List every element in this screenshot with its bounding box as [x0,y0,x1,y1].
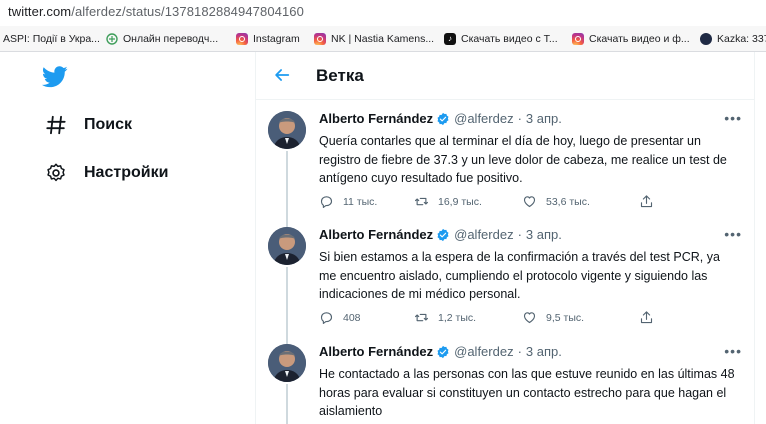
tweet-actions: 11 тыс. 16,9 тыс. 53,6 тыс. [319,194,663,209]
like-count: 9,5 тыс. [546,311,585,324]
tweet-author-row: Alberto Fernández @alferdez · 3 апр. [319,111,562,126]
retweet-count: 16,9 тыс. [438,195,482,208]
instagram-icon [572,32,584,45]
separator-dot: · [517,227,522,242]
reply-icon [320,312,333,324]
thread-connector [286,151,288,216]
verified-badge-icon [437,345,449,358]
author-name[interactable]: Alberto Fernández [319,344,433,359]
like-button[interactable]: 9,5 тыс. [522,310,639,325]
bookmark-nk[interactable]: NK | Nastia Kamens... [314,26,434,51]
author-name[interactable]: Alberto Fernández [319,227,433,242]
like-button[interactable]: 53,6 тыс. [522,194,639,209]
tweet-actions: 408 1,2 тыс. 9,5 тыс. [319,310,663,325]
verified-badge-icon [437,228,449,241]
kazka-icon [700,32,712,45]
share-icon [640,311,653,324]
tweet-author-row: Alberto Fernández @alferdez · 3 апр. [319,227,562,242]
translator-icon [106,32,118,45]
bookmark-label: Скачать видео с Т... [461,32,558,45]
separator-dot: · [517,344,522,359]
tweet[interactable]: Alberto Fernández @alferdez · 3 апр. •••… [256,216,754,333]
instagram-icon [236,32,248,45]
sidebar-item-label: Настройки [84,164,169,181]
avatar[interactable] [268,227,306,265]
bookmark-aspi[interactable]: ASPI: Події в Укра... [3,26,100,51]
sidebar-item-search[interactable]: Поиск [44,113,132,137]
author-handle[interactable]: @alferdez [454,111,513,126]
share-icon [640,195,653,208]
author-name[interactable]: Alberto Fernández [319,111,433,126]
share-button[interactable] [639,310,663,325]
like-count: 53,6 тыс. [546,195,590,208]
verified-badge-icon [437,112,449,125]
more-dots-icon[interactable]: ••• [724,343,742,359]
tiktok-icon: ♪ [444,32,456,45]
tweet-text: He contactado a las personas con las que… [319,367,735,418]
thread-connector [286,267,288,333]
bookmark-instagram[interactable]: Instagram [236,26,300,51]
more-dots-icon[interactable]: ••• [724,110,742,126]
bookmark-label: Instagram [253,32,300,45]
page-title: Ветка [316,66,364,85]
bookmark-video-download[interactable]: Скачать видео и ф... [572,26,690,51]
bookmarks-bar: ASPI: Події в Укра... Онлайн переводч...… [0,26,766,52]
author-handle[interactable]: @alferdez [454,344,513,359]
reply-button[interactable]: 408 [319,310,414,325]
author-handle[interactable]: @alferdez [454,227,513,242]
arrow-left-icon[interactable] [273,66,293,86]
bookmark-translator[interactable]: Онлайн переводч... [106,26,218,51]
bookmark-label: Kazka: 337 [717,32,766,45]
bookmark-label: Онлайн переводч... [123,32,219,45]
retweet-button[interactable]: 1,2 тыс. [414,310,522,325]
avatar[interactable] [268,111,306,149]
gear-icon [44,161,68,185]
url-host: twitter.com [8,4,72,19]
url-text[interactable]: twitter.com/alferdez/status/137818288494… [8,4,304,19]
tweet-text: Quería contarles que al terminar el día … [319,134,727,185]
retweet-icon [415,197,428,206]
bookmark-label: Скачать видео и ф... [589,32,690,45]
thread-connector [286,384,288,424]
url-path: /alferdez/status/1378182884947804160 [71,4,304,19]
heart-icon [523,196,536,208]
thread-connector [286,216,288,227]
bookmark-tiktok-download[interactable]: ♪ Скачать видео с Т... [444,26,558,51]
thread-connector [286,333,288,344]
retweet-count: 1,2 тыс. [438,311,477,324]
retweet-icon [415,313,428,322]
tweet-author-row: Alberto Fernández @alferdez · 3 апр. [319,344,562,359]
avatar[interactable] [268,344,306,382]
thread-header: Ветка [256,52,754,100]
main-column: Ветка Alberto Fernández @alferdez · 3 ап… [255,52,755,424]
sidebar-item-settings[interactable]: Настройки [44,161,168,185]
retweet-button[interactable]: 16,9 тыс. [414,194,522,209]
hash-icon [44,113,68,137]
sidebar-item-label: Поиск [84,116,133,133]
reply-button[interactable]: 11 тыс. [319,194,414,209]
reply-count: 408 [343,311,361,324]
bookmark-kazka[interactable]: Kazka: 337 [700,26,766,51]
tweet[interactable]: Alberto Fernández @alferdez · 3 апр. •••… [256,100,754,216]
sidebar: Поиск Настройки [0,52,255,424]
tweet-date[interactable]: 3 апр. [526,111,562,126]
heart-icon [523,312,536,324]
tweet-date[interactable]: 3 апр. [526,344,562,359]
reply-icon [320,196,333,208]
bookmark-label: ASPI: Події в Укра... [3,32,100,45]
bookmark-label: NK | Nastia Kamens... [331,32,435,45]
more-dots-icon[interactable]: ••• [724,226,742,242]
tweet[interactable]: Alberto Fernández @alferdez · 3 апр. •••… [256,333,754,424]
share-button[interactable] [639,194,663,209]
separator-dot: · [517,111,522,126]
reply-count: 11 тыс. [343,195,378,208]
tweet-date[interactable]: 3 апр. [526,227,562,242]
tweet-text: Si bien estamos a la espera de la confir… [319,250,720,301]
twitter-bird-icon[interactable] [42,66,68,88]
instagram-icon [314,32,326,45]
address-bar[interactable]: twitter.com/alferdez/status/137818288494… [0,0,766,25]
